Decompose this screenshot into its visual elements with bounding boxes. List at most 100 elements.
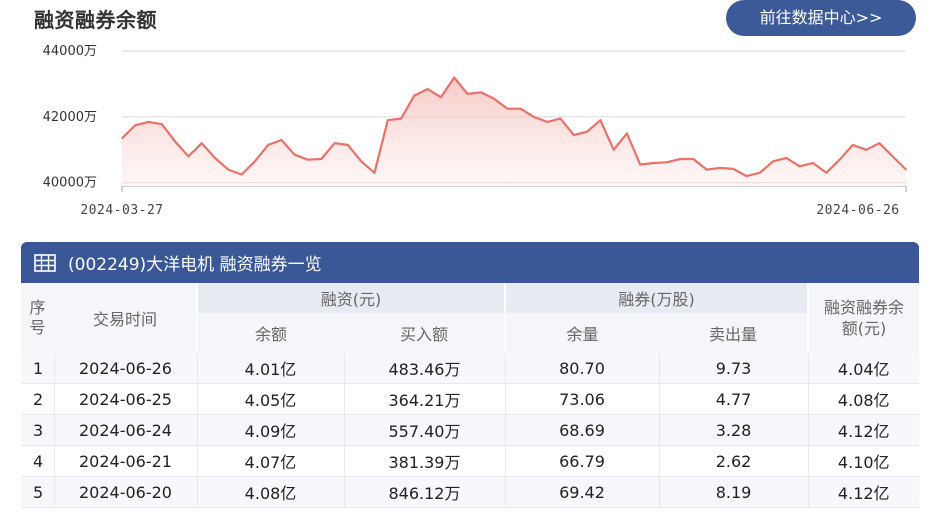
cell-short-sell: 3.28 <box>658 414 808 446</box>
cell-total: 4.08亿 <box>807 383 919 415</box>
col-group-short: 融券(万股) <box>504 283 808 313</box>
data-point <box>453 76 456 79</box>
cell-index: 5 <box>21 476 54 508</box>
data-point <box>878 142 881 145</box>
y-axis-ticks: 40000万 42000万 44000万 <box>43 44 97 191</box>
table-row: 4 2024-06-21 4.07亿 381.39万 66.79 2.62 4.… <box>21 445 919 477</box>
cell-short-balance: 73.06 <box>504 383 659 415</box>
col-header-index: 序号 <box>21 283 54 353</box>
data-point <box>147 121 150 123</box>
data-point <box>612 149 615 151</box>
col-header-short-sell: 卖出量 <box>659 313 808 353</box>
data-point <box>666 161 668 164</box>
data-point <box>599 119 602 122</box>
cell-short-sell: 8.19 <box>658 476 808 508</box>
data-point <box>745 175 748 177</box>
data-point <box>413 94 416 97</box>
cell-short-balance: 69.42 <box>504 476 659 508</box>
cell-short-balance: 80.70 <box>504 353 659 384</box>
cell-short-balance: 68.69 <box>504 414 659 446</box>
data-point <box>347 144 349 146</box>
cell-date: 2024-06-24 <box>53 414 197 446</box>
data-point <box>732 168 735 170</box>
chart-area-fill <box>122 77 906 186</box>
cell-margin-buy: 483.46万 <box>343 353 505 384</box>
data-point <box>267 144 269 146</box>
data-point <box>466 93 469 95</box>
data-center-button[interactable]: 前往数据中心>> <box>726 0 916 36</box>
data-point <box>293 153 296 156</box>
cell-date: 2024-06-20 <box>53 476 197 508</box>
data-point <box>785 157 788 159</box>
y-tick-label: 44000万 <box>43 44 97 59</box>
col-header-short-balance: 余量 <box>504 313 659 353</box>
cell-index: 2 <box>21 383 54 415</box>
col-header-margin-buy: 买入额 <box>344 313 505 353</box>
data-point <box>240 173 243 176</box>
cell-margin-buy: 364.21万 <box>343 383 505 415</box>
data-point <box>400 117 402 120</box>
cell-short-sell: 4.77 <box>658 383 808 415</box>
cell-short-balance: 66.79 <box>504 445 659 477</box>
data-point <box>798 165 801 168</box>
y-tick-label: 42000万 <box>43 110 97 125</box>
data-point <box>254 160 256 163</box>
data-point <box>626 132 628 135</box>
data-point <box>825 172 828 174</box>
data-point <box>546 121 549 123</box>
data-point <box>134 124 137 126</box>
cell-margin-balance: 4.08亿 <box>196 476 344 508</box>
table-row: 5 2024-06-20 4.08亿 846.12万 69.42 8.19 4.… <box>21 476 919 508</box>
cell-total: 4.10亿 <box>807 445 919 477</box>
data-point <box>679 158 681 160</box>
data-point <box>360 160 362 163</box>
data-point <box>692 158 695 160</box>
data-point <box>280 139 283 141</box>
cell-total: 4.12亿 <box>807 476 919 508</box>
data-point <box>373 172 376 174</box>
margin-balance-chart: 40000万 42000万 44000万 2024-03-27 2024-06-26 <box>43 44 907 218</box>
data-point <box>572 134 575 136</box>
cell-margin-balance: 4.01亿 <box>196 353 344 384</box>
cell-date: 2024-06-25 <box>53 383 197 415</box>
cell-margin-balance: 4.09亿 <box>196 414 344 446</box>
col-header-margin-balance: 余额 <box>196 313 344 353</box>
cell-margin-buy: 557.40万 <box>343 414 505 446</box>
data-point <box>586 130 588 133</box>
data-point <box>652 162 655 164</box>
data-point <box>440 96 442 98</box>
data-point <box>227 168 230 171</box>
data-point <box>320 158 323 160</box>
cell-short-sell: 2.62 <box>658 445 808 477</box>
x-tick-label-end: 2024-06-26 <box>816 203 899 218</box>
data-point <box>187 155 190 158</box>
cell-total: 4.12亿 <box>807 414 919 446</box>
cell-index: 3 <box>21 414 54 446</box>
data-point <box>200 142 203 145</box>
data-point <box>174 140 176 143</box>
data-point <box>812 162 814 164</box>
data-point <box>639 163 642 166</box>
cell-index: 1 <box>21 353 54 384</box>
col-header-total: 融资融券余额(元) <box>807 283 919 353</box>
table-title: (002249)大洋电机 融资融券一览 <box>68 255 322 275</box>
data-point <box>772 160 774 163</box>
data-point <box>559 117 562 120</box>
table-row: 1 2024-06-26 4.01亿 483.46万 80.70 9.73 4.… <box>21 353 919 384</box>
cell-total: 4.04亿 <box>807 353 919 384</box>
data-point <box>533 116 535 118</box>
col-group-margin: 融资(元) <box>196 283 505 313</box>
cell-margin-balance: 4.05亿 <box>196 383 344 415</box>
data-point <box>121 137 123 140</box>
page-title: 融资融券余额 <box>34 8 157 32</box>
cell-date: 2024-06-26 <box>53 353 197 384</box>
data-point <box>479 91 482 94</box>
data-point <box>161 123 163 125</box>
data-point <box>519 107 522 110</box>
data-point <box>865 149 867 151</box>
data-point <box>333 142 336 145</box>
data-point <box>386 119 389 122</box>
x-tick-label-start: 2024-03-27 <box>80 203 163 218</box>
data-point <box>705 168 708 171</box>
data-point <box>852 144 854 146</box>
